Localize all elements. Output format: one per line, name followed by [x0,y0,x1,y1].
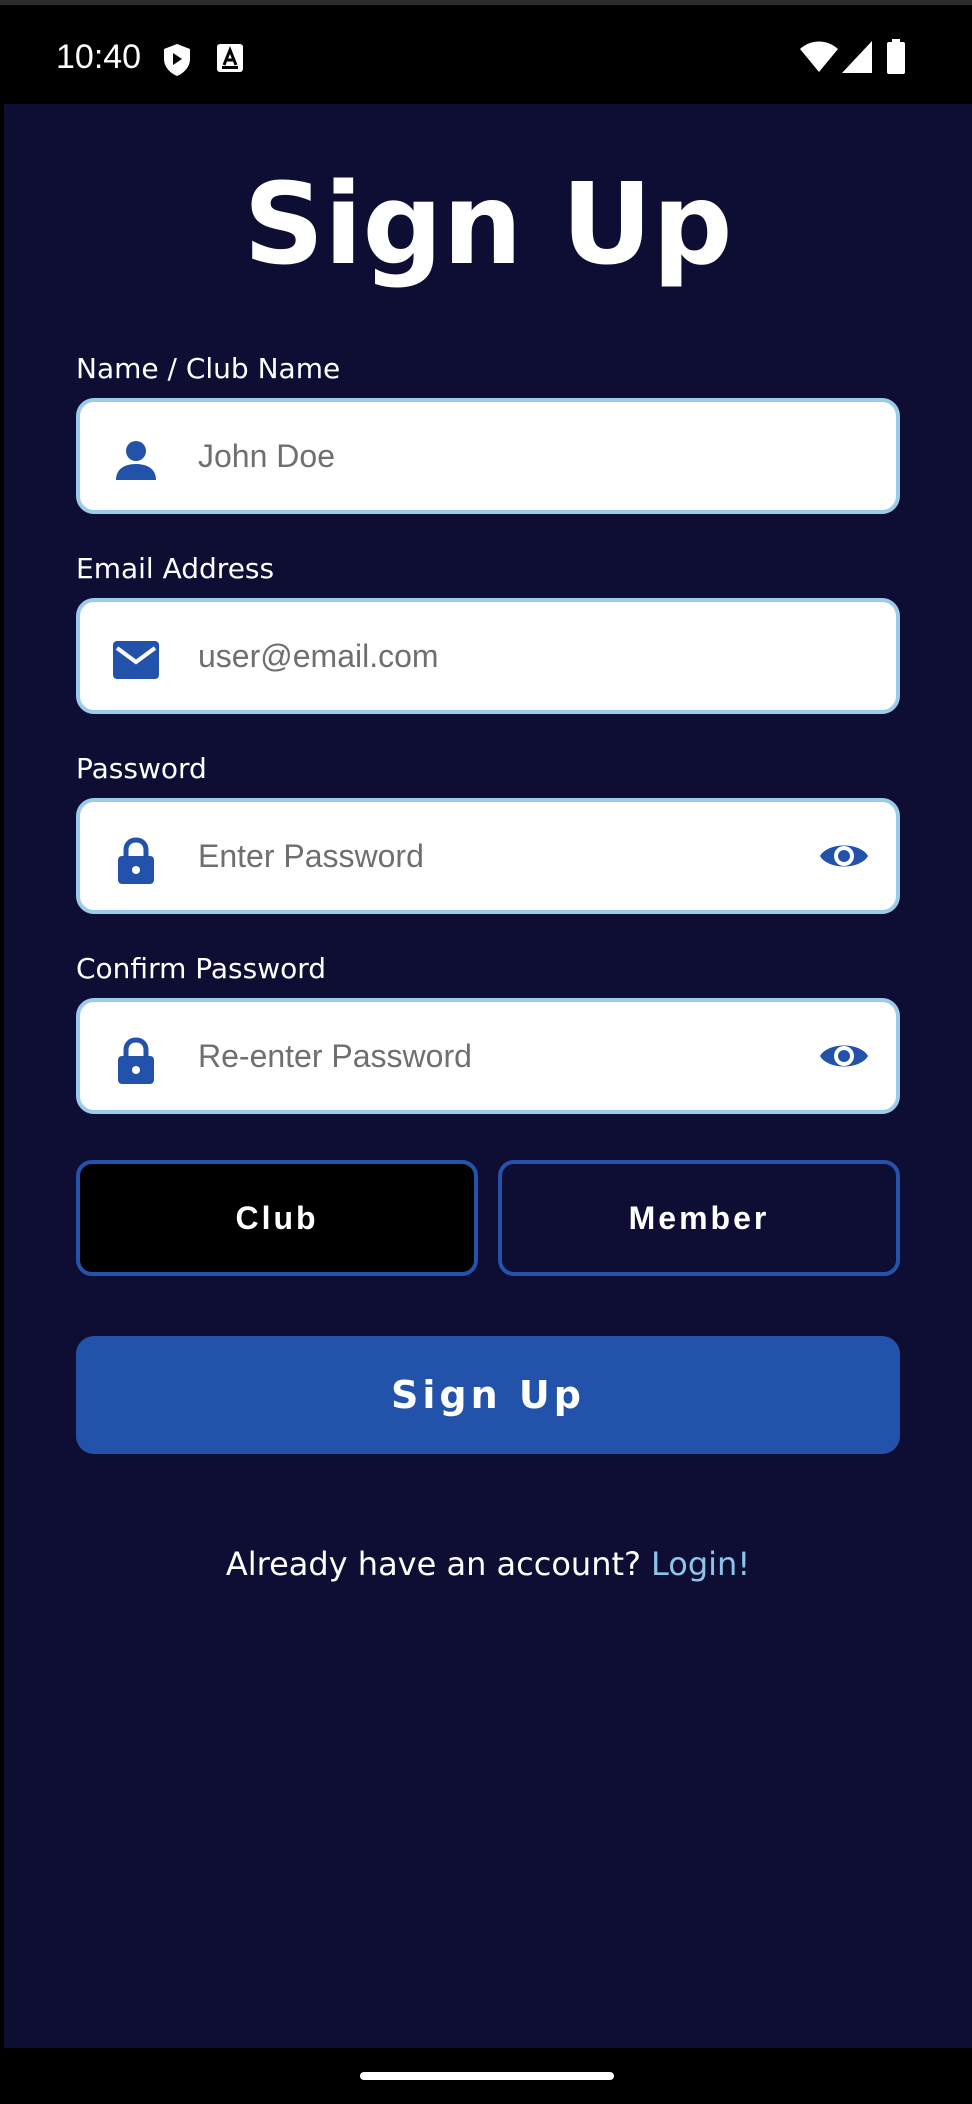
confirm-password-input[interactable] [198,1002,786,1110]
page-title: Sign Up [243,160,733,290]
lock-icon [118,1037,154,1084]
navigation-bar [0,2048,972,2104]
eye-icon[interactable] [818,1036,870,1076]
lock-icon [118,837,154,884]
name-field[interactable] [76,398,900,514]
login-prompt-text: Already have an account? [225,1545,641,1583]
confirm-password-label: Confirm Password [76,952,327,985]
shield-icon [164,44,190,76]
email-input[interactable] [198,602,786,710]
person-icon [116,441,156,480]
status-bar: 10:40 [0,0,972,104]
sign-up-button[interactable]: Sign Up [76,1336,900,1454]
signal-icon [842,41,872,73]
status-time: 10:40 [56,38,142,76]
login-link[interactable]: Login! [651,1545,750,1583]
home-gesture-handle[interactable] [360,2072,614,2080]
password-label: Password [76,752,207,785]
password-field[interactable] [76,798,900,914]
confirm-password-field[interactable] [76,998,900,1114]
name-input[interactable] [198,402,786,510]
signup-screen: Sign Up Name / Club Name Email Address P… [4,104,972,2048]
email-label: Email Address [76,552,275,585]
role-club-button[interactable]: Club [76,1160,478,1276]
email-field[interactable] [76,598,900,714]
login-row: Already have an account? Login! [4,1544,972,1584]
mail-icon [113,641,159,679]
eye-icon[interactable] [818,836,870,876]
role-member-button[interactable]: Member [498,1160,900,1276]
battery-icon [887,39,905,74]
name-label: Name / Club Name [76,352,341,385]
wifi-icon [800,41,838,72]
a-box-icon [217,44,243,72]
password-input[interactable] [198,802,786,910]
